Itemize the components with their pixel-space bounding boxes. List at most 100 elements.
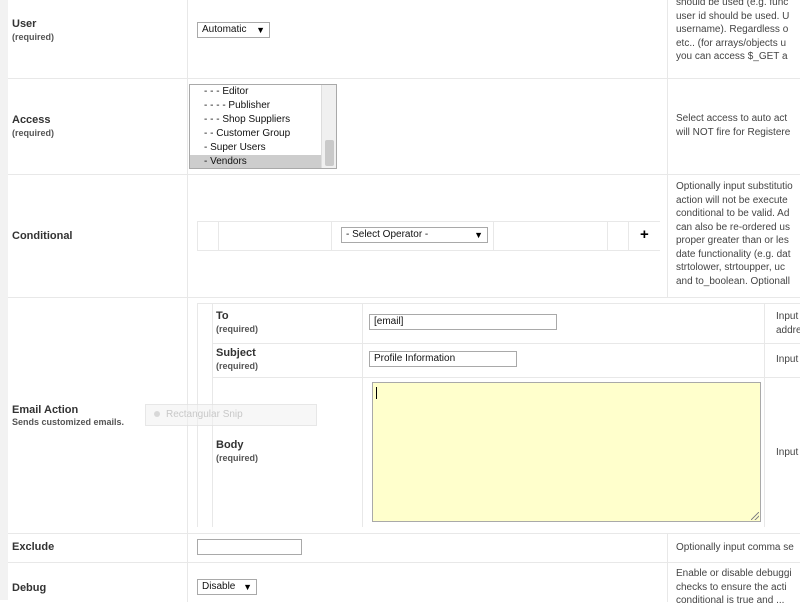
desc-line: Enable or disable debuggi xyxy=(676,568,792,579)
cell-divider xyxy=(218,222,219,250)
body-required: (required) xyxy=(216,453,259,463)
col-divider xyxy=(667,0,668,78)
user-label: User xyxy=(12,18,37,30)
desc-line: username). Regardless o xyxy=(676,24,789,35)
user-select[interactable]: Automatic ▼ xyxy=(197,22,270,38)
cell-divider xyxy=(764,304,765,527)
exclude-label-cell: Exclude xyxy=(8,541,187,553)
debug-description: Enable or disable debuggi checks to ensu… xyxy=(676,567,800,608)
debug-select-value: Disable xyxy=(202,581,236,592)
body-label: Body xyxy=(216,439,244,451)
subject-description: Input xyxy=(776,354,799,365)
access-option[interactable]: - Super Users xyxy=(190,141,336,155)
col-divider xyxy=(187,533,188,562)
debug-select[interactable]: Disable ▼ xyxy=(197,579,257,595)
desc-line: Optionally input substitutio xyxy=(676,181,793,192)
snip-icon xyxy=(154,411,160,418)
desc-line: checks to ensure the acti xyxy=(676,581,787,593)
subject-label: Subject xyxy=(216,347,256,359)
col-divider xyxy=(187,0,188,78)
to-label-cell: To (required) xyxy=(216,310,258,334)
access-option[interactable]: - - - Shop Suppliers xyxy=(190,113,336,127)
access-multiselect[interactable]: - - - Editor - - - - Publisher - - - Sho… xyxy=(189,84,337,169)
user-label-cell: User (required) xyxy=(8,18,187,42)
cell-divider xyxy=(607,222,608,250)
cell-divider xyxy=(197,222,198,250)
desc-line: should be used (e.g. func xyxy=(676,0,789,8)
row-exclude: Exclude Optionally input comma se xyxy=(8,533,800,563)
desc-line: user id should be used. U xyxy=(676,10,790,22)
desc-line: addre xyxy=(776,324,800,336)
row-debug: Debug Enable or disable debuggi checks t… xyxy=(8,562,800,606)
access-required: (required) xyxy=(12,128,55,138)
desc-line: you can access $_GET a xyxy=(676,51,788,62)
debug-label: Debug xyxy=(12,582,47,594)
to-field[interactable]: [email] xyxy=(369,314,557,330)
row-user: User (required) Automatic ▼ should be us… xyxy=(8,0,800,79)
col-divider xyxy=(187,562,188,602)
cell-divider xyxy=(362,304,363,527)
col-divider xyxy=(667,562,668,602)
resize-grip-icon[interactable] xyxy=(751,512,759,520)
rectangular-snip-overlay: Rectangular Snip xyxy=(145,404,317,426)
user-required: (required) xyxy=(12,32,55,42)
chevron-down-icon: ▼ xyxy=(256,25,265,35)
cell-divider xyxy=(628,222,629,250)
exclude-label: Exclude xyxy=(12,541,55,553)
row-access: Access (required) Select access to auto … xyxy=(8,78,800,175)
desc-line: and to_boolean. Optionall xyxy=(676,275,790,287)
subrow-divider xyxy=(212,377,800,378)
desc-line: Select access to auto act xyxy=(676,113,788,124)
conditional-label: Conditional xyxy=(12,230,73,242)
col-divider xyxy=(667,533,668,562)
col-divider xyxy=(187,78,188,174)
body-description: Input xyxy=(776,447,799,458)
chevron-down-icon: ▼ xyxy=(243,582,252,592)
desc-line: strtolower, strtoupper, uc xyxy=(676,262,785,273)
desc-line: can also be re-ordered us xyxy=(676,221,790,233)
exclude-description: Optionally input comma se xyxy=(676,542,794,553)
to-required: (required) xyxy=(216,324,259,334)
desc-line: proper greater than or les xyxy=(676,235,789,246)
access-option-selected[interactable]: - Vendors xyxy=(190,155,322,168)
snip-label: Rectangular Snip xyxy=(166,409,243,420)
chevron-down-icon: ▼ xyxy=(474,230,483,240)
operator-select[interactable]: - Select Operator - ▼ xyxy=(341,227,488,243)
access-description: Select access to auto act will NOT fire … xyxy=(676,112,800,139)
cell-divider xyxy=(493,222,494,250)
desc-line: action will not be execute xyxy=(676,194,788,206)
operator-select-value: - Select Operator - xyxy=(346,229,429,240)
desc-line: etc.. (for arrays/objects u xyxy=(676,37,787,49)
subrow-divider xyxy=(212,343,800,344)
desc-line: Input xyxy=(776,311,799,322)
desc-line: conditional is true and ... xyxy=(676,595,785,606)
body-label-cell: Body (required) xyxy=(216,439,258,463)
desc-line: will NOT fire for Registere xyxy=(676,126,791,138)
cell-divider xyxy=(331,222,332,250)
access-option[interactable]: - - - Editor xyxy=(190,85,336,99)
col-divider xyxy=(667,78,668,174)
text-caret xyxy=(376,387,377,399)
access-scrollbar[interactable] xyxy=(321,85,336,168)
access-option[interactable]: - - - - Publisher xyxy=(190,99,336,113)
to-description: Input addre xyxy=(776,310,800,337)
scrollbar-thumb[interactable] xyxy=(325,140,334,166)
body-textarea[interactable] xyxy=(372,382,761,522)
desc-line: conditional to be valid. Ad xyxy=(676,208,790,219)
to-label: To xyxy=(216,310,229,322)
exclude-field[interactable] xyxy=(197,539,302,555)
left-edge-bar xyxy=(0,0,8,600)
access-label: Access xyxy=(12,114,51,126)
add-condition-button[interactable]: + xyxy=(640,227,649,243)
user-description: should be used (e.g. func user id should… xyxy=(676,0,800,64)
access-option[interactable]: - - Customer Group xyxy=(190,127,336,141)
col-divider xyxy=(187,174,188,297)
subject-label-cell: Subject (required) xyxy=(216,347,258,371)
access-label-cell: Access (required) xyxy=(8,114,187,138)
subject-field[interactable]: Profile Information xyxy=(369,351,517,367)
debug-label-cell: Debug xyxy=(8,582,187,594)
col-divider xyxy=(667,174,668,297)
desc-line: date functionality (e.g. dat xyxy=(676,248,791,260)
conditional-label-cell: Conditional xyxy=(8,230,187,242)
user-select-value: Automatic xyxy=(202,24,247,35)
